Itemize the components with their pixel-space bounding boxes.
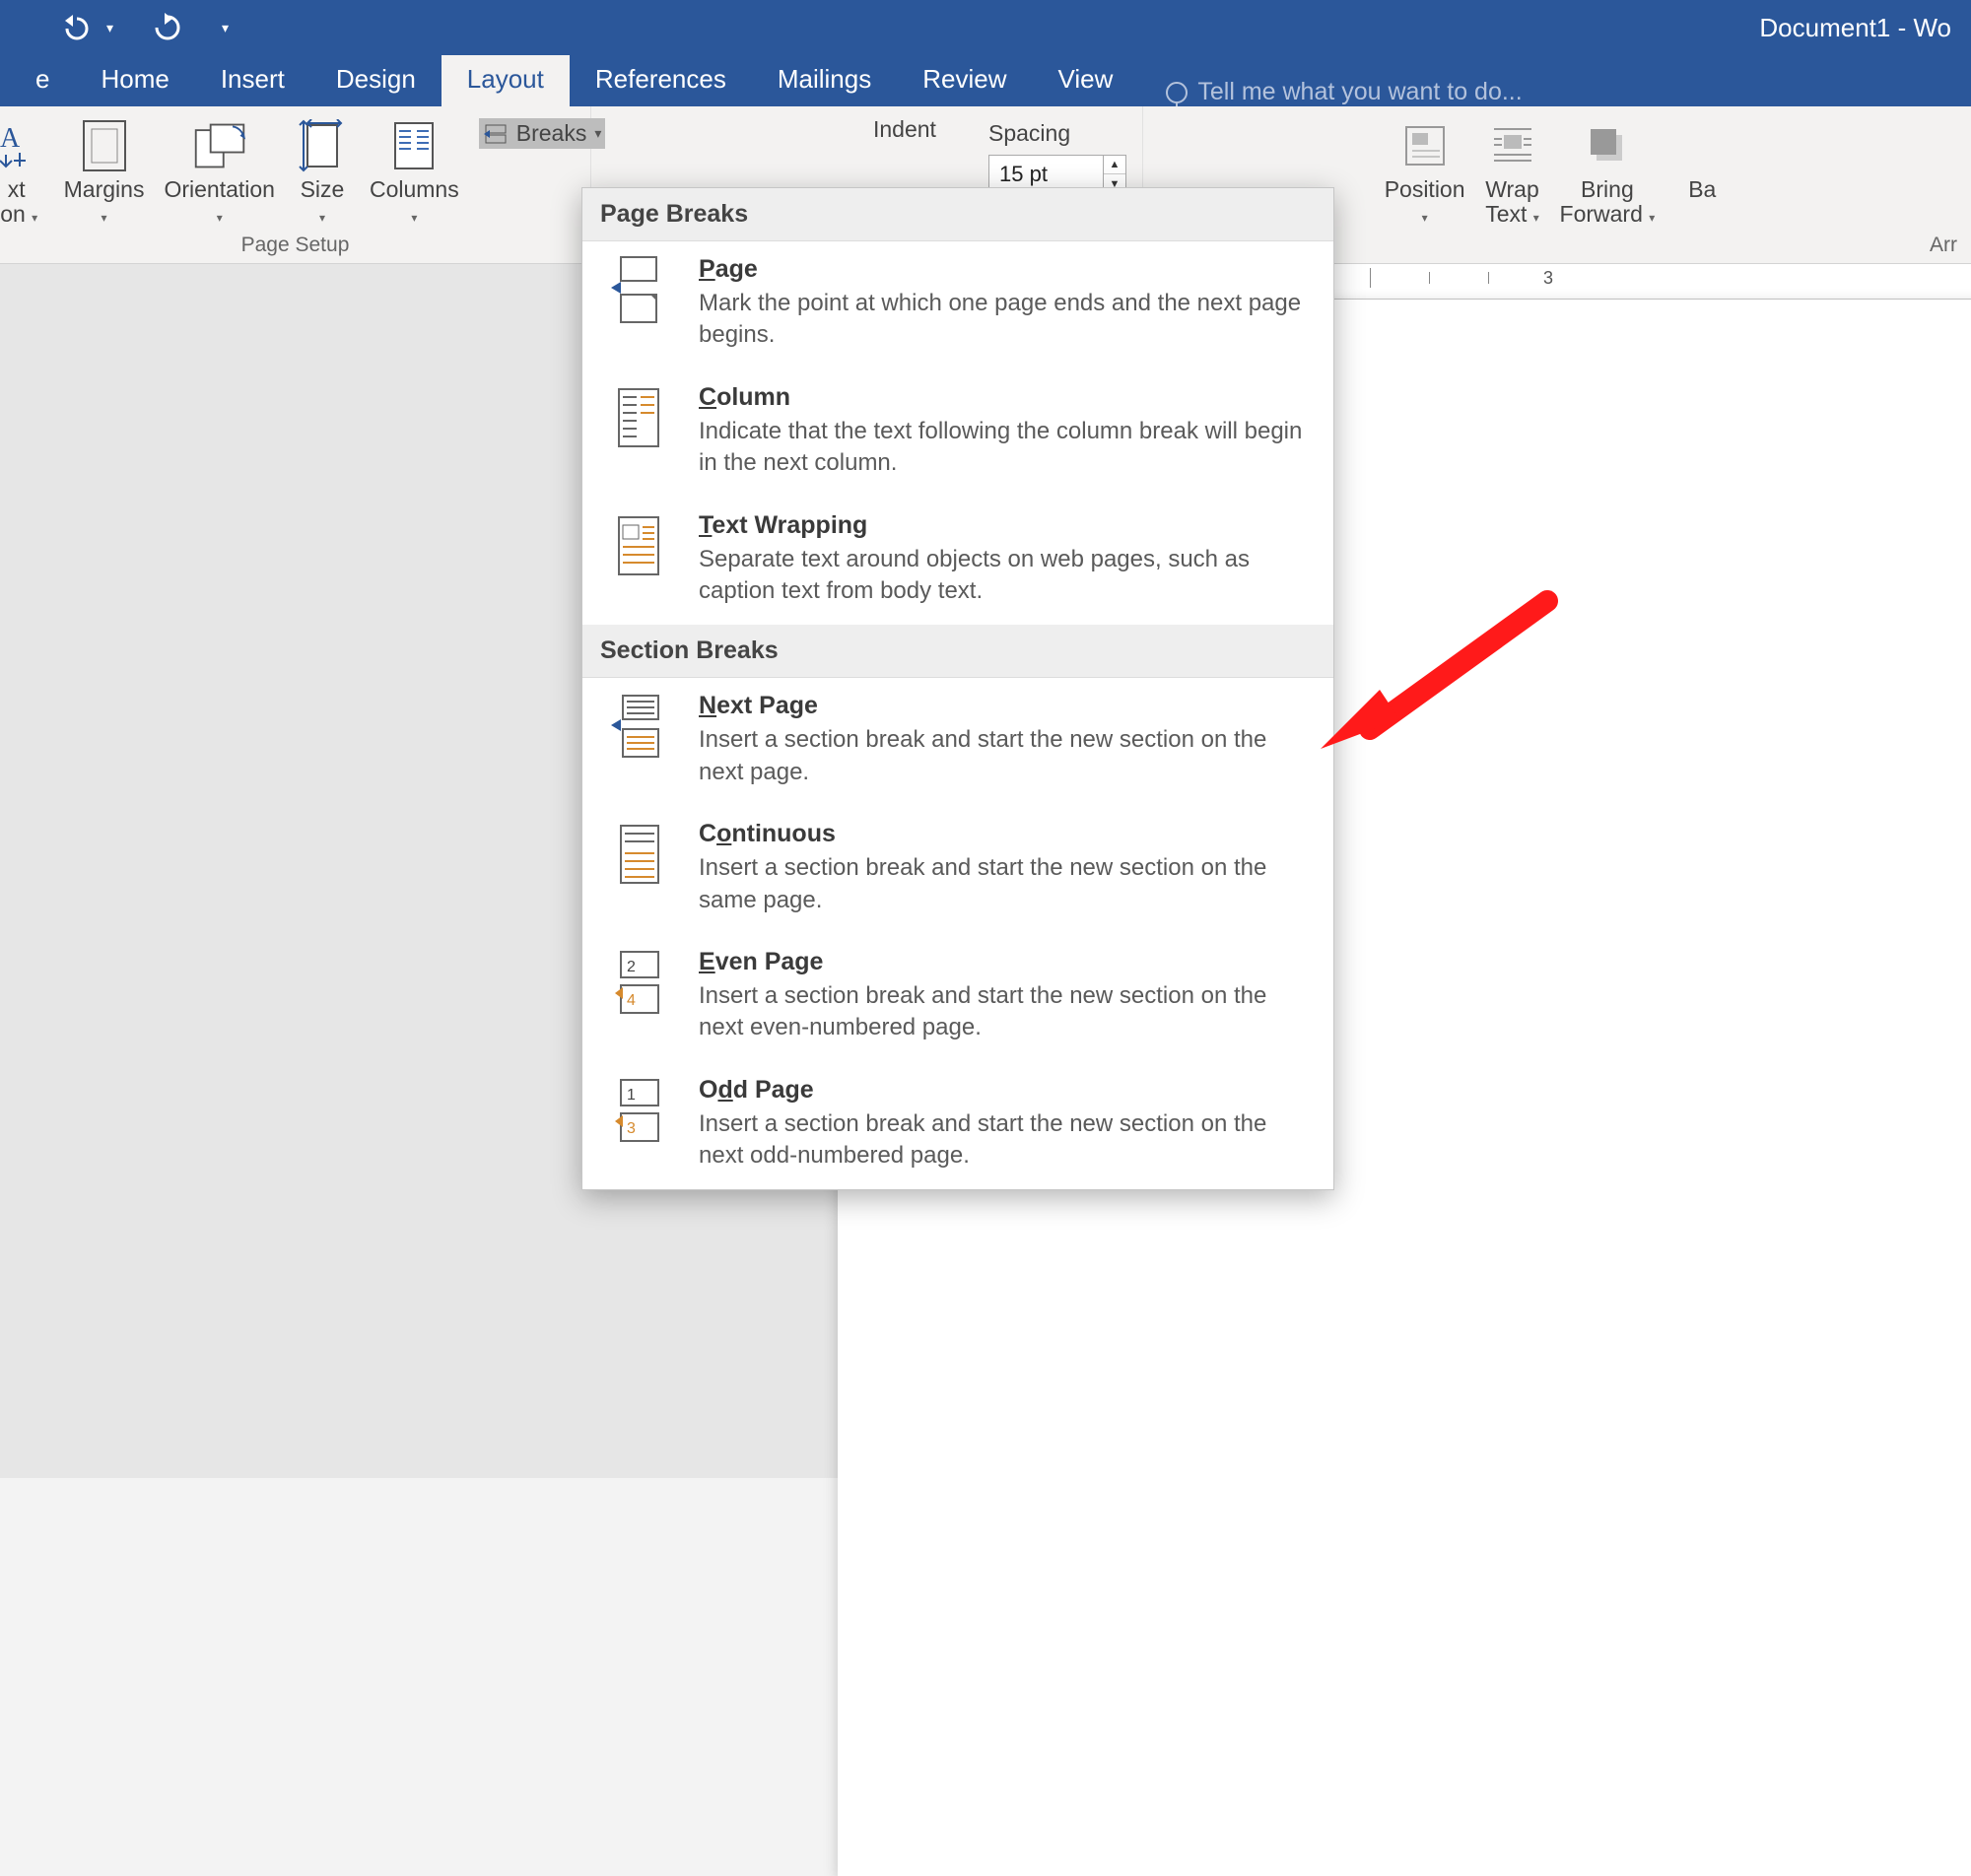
- send-backward-button-truncated[interactable]: Ba: [1665, 114, 1739, 206]
- title-bar: ▾ ▾ Document1 - Wo: [0, 0, 1971, 55]
- orientation-button[interactable]: Orientation▾: [154, 114, 285, 232]
- tell-me-search[interactable]: Tell me what you want to do...: [1138, 78, 1522, 106]
- odd-page-break-icon: 1 3: [604, 1076, 673, 1145]
- svg-text:2: 2: [627, 959, 636, 975]
- tab-file-truncated[interactable]: e: [10, 52, 75, 106]
- ruler-mark-3: 3: [1543, 268, 1553, 289]
- document-title: Document1 - Wo: [1759, 0, 1951, 55]
- margins-button[interactable]: Margins▾: [54, 114, 155, 232]
- quick-access-toolbar: ▾ ▾: [0, 13, 229, 42]
- menu-item-continuous-break[interactable]: Continuous Insert a section break and st…: [582, 806, 1333, 934]
- qat-customize[interactable]: ▾: [222, 20, 229, 36]
- columns-button[interactable]: Columns▾: [360, 114, 469, 232]
- svg-text:1: 1: [627, 1087, 636, 1104]
- breaks-icon: [483, 121, 509, 147]
- columns-icon: [386, 118, 442, 173]
- position-icon: [1397, 118, 1453, 173]
- menu-item-next-page-break[interactable]: Next Page Insert a section break and sta…: [582, 678, 1333, 806]
- svg-text:4: 4: [627, 992, 636, 1009]
- menu-item-text-wrapping-break[interactable]: Text Wrapping Separate text around objec…: [582, 498, 1333, 626]
- tab-insert[interactable]: Insert: [195, 52, 310, 106]
- tab-mailings[interactable]: Mailings: [752, 52, 897, 106]
- menu-item-even-page-break[interactable]: 2 4 Even Page Insert a section break and…: [582, 934, 1333, 1062]
- svg-text:A: A: [0, 123, 21, 154]
- text-wrapping-break-icon: [604, 511, 673, 580]
- size-button[interactable]: Size▾: [285, 114, 360, 232]
- tab-references[interactable]: References: [570, 52, 752, 106]
- wrap-text-button[interactable]: WrapText ▾: [1475, 114, 1550, 232]
- menu-item-page-break[interactable]: Page Mark the point at which one page en…: [582, 241, 1333, 369]
- tell-me-placeholder: Tell me what you want to do...: [1197, 78, 1522, 106]
- text-direction-button[interactable]: A xtion ▾: [0, 114, 54, 232]
- tab-home[interactable]: Home: [75, 52, 194, 106]
- group-label-arrange: Arr: [1930, 234, 1963, 261]
- svg-text:3: 3: [627, 1120, 636, 1137]
- page-break-icon: [604, 255, 673, 324]
- breaks-button[interactable]: Breaks ▾: [479, 118, 606, 149]
- menu-header-section-breaks: Section Breaks: [582, 625, 1333, 678]
- spin-up-icon[interactable]: ▲: [1104, 156, 1125, 174]
- group-label-page-setup: Page Setup: [241, 234, 350, 261]
- lightbulb-icon: [1166, 82, 1188, 103]
- continuous-break-icon: [604, 820, 673, 889]
- tab-view[interactable]: View: [1032, 52, 1138, 106]
- group-page-setup: A xtion ▾ Margins▾: [0, 106, 591, 263]
- position-button[interactable]: Position▾: [1375, 114, 1475, 232]
- text-direction-icon: A: [0, 118, 44, 173]
- ribbon-tabs: e Home Insert Design Layout References M…: [0, 55, 1971, 106]
- bring-forward-button[interactable]: BringForward ▾: [1550, 114, 1665, 232]
- tab-layout[interactable]: Layout: [442, 52, 570, 106]
- orientation-icon: [192, 118, 247, 173]
- repeat-button[interactable]: [153, 13, 182, 42]
- even-page-break-icon: 2 4: [604, 948, 673, 1017]
- menu-item-column-break[interactable]: Column Indicate that the text following …: [582, 369, 1333, 498]
- wrap-text-icon: [1485, 118, 1540, 173]
- menu-item-odd-page-break[interactable]: 1 3 Odd Page Insert a section break and …: [582, 1062, 1333, 1190]
- tab-review[interactable]: Review: [897, 52, 1032, 106]
- tab-design[interactable]: Design: [310, 52, 442, 106]
- breaks-dropdown-menu: Page Breaks Page Mark the point at which…: [581, 187, 1334, 1190]
- bring-forward-icon: [1580, 118, 1635, 173]
- spacing-label: Spacing: [988, 118, 1126, 149]
- size-icon: [295, 118, 350, 173]
- next-page-break-icon: [604, 692, 673, 761]
- margins-icon: [77, 118, 132, 173]
- spacing-before-value[interactable]: [989, 162, 1103, 187]
- indent-label: Indent: [867, 114, 981, 145]
- menu-header-page-breaks: Page Breaks: [582, 188, 1333, 241]
- column-break-icon: [604, 383, 673, 452]
- undo-button[interactable]: ▾: [59, 13, 113, 42]
